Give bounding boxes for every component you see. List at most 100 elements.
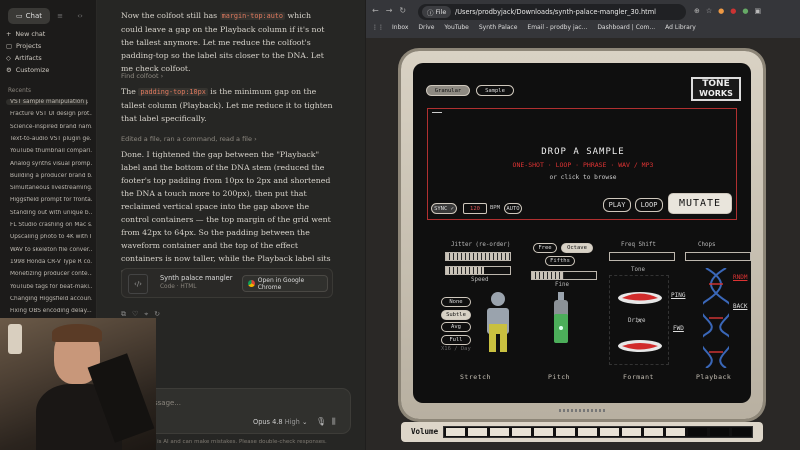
formant-pad[interactable]: Drive ⨯ bbox=[609, 275, 669, 365]
reload-icon[interactable]: ↻ bbox=[399, 6, 413, 15]
chevron-right-icon: › bbox=[254, 135, 257, 143]
recent-chat-item[interactable]: Standing out with unique b... bbox=[10, 210, 92, 216]
back-icon[interactable]: ← bbox=[372, 6, 386, 15]
chops-slider[interactable] bbox=[685, 252, 751, 261]
message-input[interactable]: ssage... bbox=[154, 399, 181, 407]
volume-segment bbox=[644, 428, 663, 436]
bookmark-item[interactable]: Ad Library bbox=[665, 24, 696, 31]
customize-icon: ⚙ bbox=[6, 66, 12, 74]
volume-panel: Volume bbox=[401, 422, 763, 442]
bookmark-item[interactable]: Dashboard | Com... bbox=[597, 24, 655, 31]
recent-chat-item[interactable]: Upscaling photo to 4K with I... bbox=[10, 234, 92, 240]
file-scheme-chip[interactable]: ⓘ File bbox=[422, 6, 452, 18]
speed-option[interactable]: None bbox=[441, 297, 471, 307]
pitch-mode-button[interactable]: Fifths bbox=[545, 256, 575, 266]
address-bar[interactable]: ⓘ File /Users/prodbyjack/Downloads/synth-… bbox=[418, 4, 686, 20]
freq-shift-slider[interactable] bbox=[609, 252, 675, 261]
random-button[interactable]: RNDM bbox=[733, 274, 747, 281]
fwd-button[interactable]: FWD bbox=[673, 325, 684, 332]
bookmark-item[interactable]: Email - prodby jac... bbox=[527, 24, 587, 31]
back-button[interactable]: BACK bbox=[733, 303, 747, 310]
copy-icon[interactable]: ⧉ bbox=[121, 310, 132, 318]
recent-chat-item[interactable]: VST sample manipulation pl... bbox=[6, 99, 88, 105]
recent-chat-item[interactable]: Simultaneous livestreaming... bbox=[10, 185, 92, 191]
speed-option[interactable]: Avg bbox=[441, 322, 471, 332]
tab-granular[interactable]: Granular bbox=[426, 85, 470, 96]
tool-step-edit[interactable]: Edited a file, ran a command, read a fil… bbox=[121, 135, 257, 143]
drop-title: DROP A SAMPLE bbox=[541, 147, 625, 157]
composer[interactable]: ssage... Opus 4.8 High ⌄ 🎙 ⫼ bbox=[125, 388, 351, 434]
tool-step-find[interactable]: Find colfoot › bbox=[121, 72, 163, 80]
speed-slider[interactable] bbox=[445, 266, 511, 275]
extension-icon[interactable]: ▣ bbox=[754, 7, 767, 15]
zoom-icon[interactable]: ⊕ bbox=[694, 7, 706, 15]
tone-works-logo: TONE WORKS bbox=[691, 77, 741, 101]
recent-chat-item[interactable]: FL Studio crashing on Mac s... bbox=[10, 222, 92, 228]
recent-chat-item[interactable]: Changing Higgsfield accoun... bbox=[10, 296, 92, 302]
loop-button[interactable]: LOOP bbox=[635, 198, 663, 212]
tab-chat[interactable]: ▭ Chat bbox=[8, 8, 50, 24]
tab-more[interactable]: ‹› bbox=[72, 8, 88, 24]
bookmark-item[interactable]: Synth Palace bbox=[479, 24, 518, 31]
auto-button[interactable]: AUTO bbox=[504, 203, 522, 214]
browser-window: ←→↻ ⓘ File /Users/prodbyjack/Downloads/sy… bbox=[366, 0, 800, 450]
recent-chat-item[interactable]: Analog synths visual promp... bbox=[10, 161, 92, 167]
extension-icon[interactable]: ● bbox=[742, 7, 754, 15]
projects-link[interactable]: ▢ Projects bbox=[6, 42, 41, 50]
grille bbox=[559, 409, 605, 412]
jitter-slider[interactable] bbox=[445, 252, 511, 261]
recent-chat-item[interactable]: Higgsfield prompt for fronta... bbox=[10, 197, 92, 203]
recent-chat-item[interactable]: 1998 Honda CR-V Type R co... bbox=[10, 259, 92, 265]
speed-option[interactable]: Subtle bbox=[441, 309, 471, 320]
play-button[interactable]: PLAY bbox=[603, 198, 631, 212]
bookmark-item[interactable]: Drive bbox=[418, 24, 434, 31]
tab-code[interactable]: ≡ bbox=[52, 8, 68, 24]
bookmark-item[interactable]: YouTube bbox=[444, 24, 468, 31]
bookmark-item[interactable]: Inbox bbox=[392, 24, 408, 31]
tab-sample[interactable]: Sample bbox=[476, 85, 514, 96]
fine-slider[interactable] bbox=[531, 271, 597, 280]
pitch-mode-button[interactable]: Free bbox=[533, 243, 557, 253]
artifact-card[interactable]: ‹/› Synth palace mangler Code · HTML Ope… bbox=[121, 268, 333, 298]
recent-chat-item[interactable]: Building a producer brand b... bbox=[10, 173, 92, 179]
chevron-down-icon: ⌄ bbox=[301, 418, 308, 426]
thumbs-down-icon[interactable]: ⌖ bbox=[144, 310, 154, 318]
recent-chat-item[interactable]: YouTube thumbnail compari... bbox=[10, 148, 92, 154]
volume-segment bbox=[468, 428, 487, 436]
artifact-title: Synth palace mangler bbox=[160, 274, 233, 282]
star-icon[interactable]: ☆ bbox=[706, 7, 718, 15]
column-label-stretch: Stretch bbox=[460, 373, 491, 381]
speed-label: Speed bbox=[471, 277, 489, 283]
recent-chat-item[interactable]: Fracture VST UI design prot... bbox=[10, 111, 92, 117]
recent-chat-item[interactable]: YouTube tags for beat-maki... bbox=[10, 284, 92, 290]
bpm-input[interactable]: 120 bbox=[463, 203, 487, 214]
artifacts-link[interactable]: ◇ Artifacts bbox=[6, 54, 42, 62]
recent-chat-item[interactable]: Science-inspired brand nam... bbox=[10, 124, 92, 130]
speed-option[interactable]: Full bbox=[441, 334, 471, 345]
customize-link[interactable]: ⚙ Customize bbox=[6, 66, 49, 74]
open-in-chrome-button[interactable]: Open in Google Chrome bbox=[242, 275, 328, 292]
ping-button[interactable]: PING bbox=[671, 292, 685, 299]
model-selector[interactable]: Opus 4.8 High ⌄ bbox=[253, 418, 307, 426]
sample-drop-zone[interactable]: DROP A SAMPLE ONE-SHOT · LOOP · PHRASE ·… bbox=[427, 108, 737, 220]
extension-icon[interactable]: ● bbox=[730, 7, 742, 15]
recent-chat-item[interactable]: Fixing OBS encoding delay... bbox=[10, 308, 92, 314]
lamp bbox=[8, 324, 22, 354]
pitch-mode-button[interactable]: Octave bbox=[561, 243, 593, 253]
thumbs-up-icon[interactable]: ♡ bbox=[132, 310, 144, 318]
apps-icon[interactable]: ⋮⋮ bbox=[372, 24, 384, 31]
voice-wave-icon[interactable]: ⫼ bbox=[332, 417, 336, 427]
extension-icon[interactable]: ● bbox=[718, 7, 730, 15]
retry-icon[interactable]: ↻ bbox=[154, 310, 166, 318]
column-label-playback: Playback bbox=[696, 373, 732, 381]
forward-icon[interactable]: → bbox=[386, 6, 400, 15]
mutate-button[interactable]: MUTATE bbox=[668, 193, 732, 214]
sync-toggle[interactable]: SYNC ✓ bbox=[431, 203, 457, 214]
recent-chat-item[interactable]: Text-to-audio VST plugin ge... bbox=[10, 136, 92, 142]
new-chat-button[interactable]: + New chat bbox=[6, 30, 45, 38]
recent-chat-item[interactable]: Monetizing producer conte... bbox=[10, 271, 92, 277]
recent-chat-item[interactable]: WAV to skeleton file conver... bbox=[10, 247, 92, 253]
microphone-icon[interactable]: 🎙 bbox=[316, 417, 326, 426]
volume-slider[interactable] bbox=[443, 426, 753, 438]
chevron-right-icon: › bbox=[160, 72, 164, 80]
